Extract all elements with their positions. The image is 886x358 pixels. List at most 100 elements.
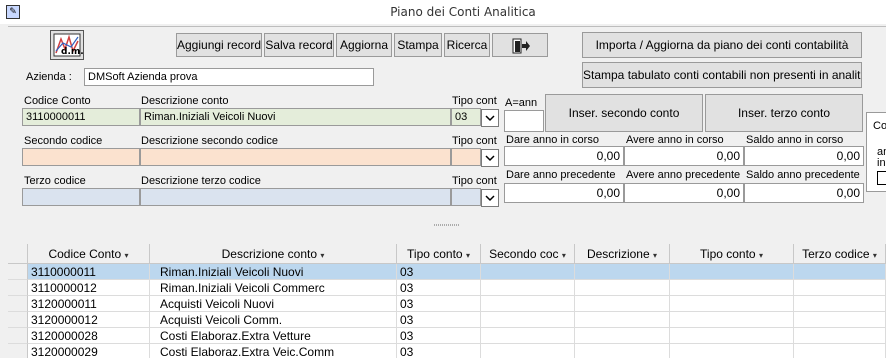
table-cell[interactable]: 3120000012 [28, 312, 150, 328]
col-header-second-desc[interactable]: Descrizione ▾ [575, 244, 670, 264]
account-desc-label: Descrizione conto [141, 95, 229, 107]
second-type-dropdown[interactable] [481, 149, 499, 167]
row-selector[interactable] [8, 312, 28, 328]
col-header-third-code[interactable]: Terzo codice ▾ [794, 244, 886, 264]
table-cell[interactable] [481, 296, 575, 312]
table-cell[interactable] [794, 264, 886, 280]
table-cell[interactable] [670, 328, 794, 344]
splitter[interactable] [8, 212, 886, 226]
table-cell[interactable] [481, 264, 575, 280]
add-record-button[interactable]: Aggiungi record [176, 33, 262, 57]
table-cell[interactable] [575, 312, 670, 328]
row-selector[interactable] [8, 280, 28, 296]
table-cell[interactable]: 03 [397, 296, 481, 312]
account-type-field[interactable]: 03 [451, 108, 481, 126]
col-header-second-type[interactable]: Tipo conto ▾ [670, 244, 794, 264]
refresh-button[interactable]: Aggiorna [336, 33, 392, 57]
table-cell[interactable]: 3120000011 [28, 296, 150, 312]
table-cell[interactable] [794, 280, 886, 296]
table-cell[interactable] [575, 328, 670, 344]
print-button[interactable]: Stampa [394, 33, 442, 57]
account-code-field[interactable]: 3110000011 [22, 108, 140, 126]
row-selector[interactable] [8, 344, 28, 358]
save-record-button[interactable]: Salva record [264, 33, 334, 57]
table-cell[interactable] [575, 296, 670, 312]
third-type-dropdown[interactable] [481, 189, 499, 207]
table-cell[interactable] [481, 328, 575, 344]
col-header-type[interactable]: Tipo conto ▾ [397, 244, 481, 264]
third-desc-field[interactable] [140, 188, 451, 206]
row-selector[interactable] [8, 328, 28, 344]
table-cell[interactable]: Costi Elaboraz.Extra Veic.Comm [150, 344, 397, 358]
table-cell[interactable] [794, 296, 886, 312]
second-type-field[interactable] [451, 148, 481, 166]
account-desc-field[interactable]: Riman.Iniziali Veicoli Nuovi [140, 108, 451, 126]
table-cell[interactable]: Riman.Iniziali Veicoli Commerc [150, 280, 397, 296]
saldo-cur-field[interactable]: 0,00 [744, 146, 864, 166]
table-cell[interactable]: Acquisti Veicoli Comm. [150, 312, 397, 328]
table-row[interactable]: 3110000012 Riman.Iniziali Veicoli Commerc… [8, 280, 886, 296]
insert-second-button[interactable]: Inser. secondo conto [545, 94, 703, 132]
table-cell[interactable] [670, 312, 794, 328]
search-button[interactable]: Ricerca [444, 33, 490, 57]
logo-button[interactable]: d.m. [50, 30, 84, 60]
table-cell[interactable] [670, 280, 794, 296]
col-header-account-desc[interactable]: Descrizione conto ▾ [150, 244, 397, 264]
account-type-dropdown[interactable] [481, 109, 499, 127]
table-row[interactable]: 3120000012 Acquisti Veicoli Comm. 03 [8, 312, 886, 328]
table-row[interactable]: 3110000011 Riman.Iniziali Veicoli Nuovi 03 [8, 264, 886, 280]
col-header-account-code[interactable]: Codice Conto ▾ [28, 244, 150, 264]
third-code-field[interactable] [22, 188, 140, 206]
table-row[interactable]: 3120000011 Acquisti Veicoli Nuovi 03 [8, 296, 886, 312]
table-cell[interactable] [670, 264, 794, 280]
table-cell[interactable]: Acquisti Veicoli Nuovi [150, 296, 397, 312]
table-cell[interactable] [481, 312, 575, 328]
third-type-field[interactable] [451, 188, 481, 206]
table-cell[interactable] [670, 296, 794, 312]
dare-cur-field[interactable]: 0,00 [504, 146, 624, 166]
avere-cur-field[interactable]: 0,00 [624, 146, 744, 166]
table-cell[interactable]: 03 [397, 312, 481, 328]
table-cell[interactable]: 03 [397, 344, 481, 358]
table-row[interactable]: 3120000028 Costi Elaboraz.Extra Vetture 03 [8, 328, 886, 344]
table-cell[interactable]: 3110000011 [28, 264, 150, 280]
table-cell[interactable]: Riman.Iniziali Veicoli Nuovi [150, 264, 397, 280]
table-cell[interactable] [575, 344, 670, 358]
year-field[interactable] [504, 110, 544, 132]
table-cell[interactable]: 3120000029 [28, 344, 150, 358]
table-cell[interactable]: 3110000012 [28, 280, 150, 296]
second-code-label: Secondo codice [24, 135, 103, 147]
exit-button[interactable] [492, 33, 548, 57]
table-cell[interactable] [670, 344, 794, 358]
dare-prev-field[interactable]: 0,00 [504, 183, 624, 203]
side-panel: Co an in [866, 112, 886, 192]
print-missing-button[interactable]: Stampa tabulato conti contabili non pres… [582, 62, 862, 88]
table-cell[interactable] [481, 280, 575, 296]
table-cell[interactable] [794, 328, 886, 344]
insert-third-button[interactable]: Inser. terzo conto [705, 94, 863, 132]
saldo-prev-field[interactable]: 0,00 [744, 183, 864, 203]
col-header-second-code[interactable]: Secondo coc ▾ [481, 244, 575, 264]
table-cell[interactable]: 3120000028 [28, 328, 150, 344]
second-desc-field[interactable] [140, 148, 451, 166]
table-cell[interactable] [794, 344, 886, 358]
table-cell[interactable]: 03 [397, 328, 481, 344]
second-desc-label: Descrizione secondo codice [141, 135, 278, 147]
table-row[interactable]: 3120000029 Costi Elaboraz.Extra Veic.Comm… [8, 344, 886, 358]
table-cell[interactable]: 03 [397, 264, 481, 280]
table-cell[interactable] [481, 344, 575, 358]
table-cell[interactable] [794, 312, 886, 328]
second-code-field[interactable] [22, 148, 140, 166]
avere-prev-field[interactable]: 0,00 [624, 183, 744, 203]
title-bar: ✎ Piano dei Conti Analitica [0, 0, 886, 24]
table-cell[interactable]: 03 [397, 280, 481, 296]
import-button[interactable]: Importa / Aggiorna da piano dei conti co… [582, 32, 862, 58]
dare-prev-label: Dare anno precedente [506, 169, 616, 181]
table-cell[interactable] [575, 264, 670, 280]
row-selector[interactable] [8, 264, 28, 280]
table-cell[interactable] [575, 280, 670, 296]
side-panel-field[interactable] [877, 171, 886, 185]
table-cell[interactable]: Costi Elaboraz.Extra Vetture [150, 328, 397, 344]
row-selector[interactable] [8, 296, 28, 312]
company-field[interactable]: DMSoft Azienda prova [84, 68, 374, 86]
